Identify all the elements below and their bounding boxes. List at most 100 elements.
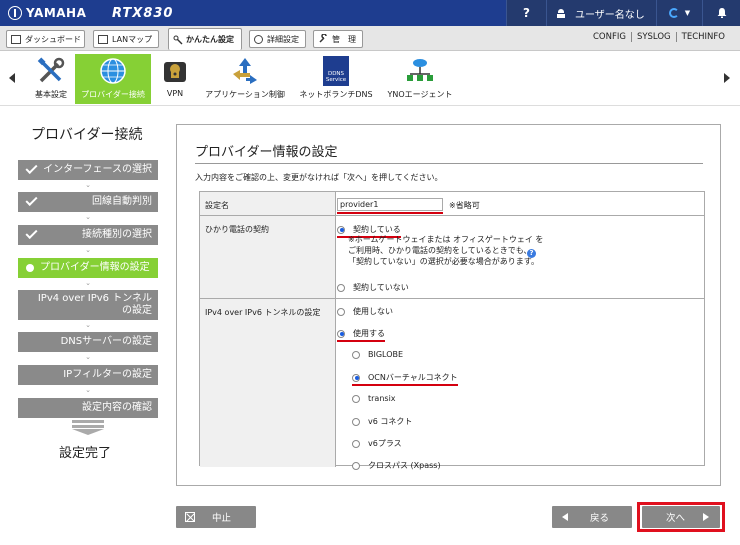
radio-provider-v6connect[interactable]: v6 コネクト [352,416,412,427]
radio-label: v6 コネクト [368,417,413,426]
tab-management[interactable]: 管 理 [313,30,363,48]
tab-label: ダッシュボード [25,34,81,44]
check-icon [25,193,38,207]
status-menu[interactable]: ▼ [656,0,702,26]
radio-provider-ocn[interactable]: OCNバーチャルコネクト [352,372,458,383]
tool-label: VPN [166,89,184,98]
back-label: 戻る [590,513,610,524]
globe-icon [100,58,126,84]
tool-label: ネットボランチDNS [299,90,373,99]
radio-label: 使用する [353,329,385,338]
cancel-button[interactable]: 中止 [176,506,256,528]
step-interface-selection: インターフェースの選択 [18,160,158,180]
radio-button[interactable] [352,394,360,403]
radio-button[interactable] [352,439,360,448]
step-label: インターフェースの選択 [43,164,152,175]
radio-button[interactable] [352,417,360,426]
tool-netvolante-dns[interactable]: DDNS Service ネットボランチDNS [298,54,374,104]
bell-icon [717,8,726,18]
lan-map-icon [98,34,108,44]
feature-toolbar: 基本設定 プロバイダー接続 VPN アプリケーション制御 DDNS Servic… [0,51,740,106]
radio-button[interactable] [337,307,345,316]
scroll-right-icon[interactable] [724,73,730,83]
settings-form: 設定名 provider1 ※省略可 ひかり電話の契約 契約している ※ホームゲ… [199,191,705,470]
tool-application-control[interactable]: アプリケーション制御 [202,54,288,104]
brand-name: YAMAHA [26,6,87,20]
step-label: DNSサーバーの設定 [60,336,152,347]
radio-button[interactable] [337,329,345,338]
chevron-down-icon: ⌄ [85,246,91,254]
yamaha-emblem-icon [8,6,22,20]
scroll-left-icon[interactable] [9,73,15,83]
tab-advanced-settings[interactable]: 詳細設定 [249,30,306,48]
radio-label: BIGLOBE [368,350,404,359]
highlight-underline [352,384,458,386]
radio-provider-transix[interactable]: transix [352,394,396,403]
tab-label: LANマップ [112,34,153,44]
status-ring-icon [668,8,679,18]
finish-arrow-icon [72,420,104,435]
dashboard-icon [11,34,21,44]
app-control-icon [233,58,257,84]
step-ipv4-over-ipv6: IPv4 over IPv6 トンネル の設定 [18,290,158,320]
next-button[interactable]: 次へ [642,506,720,528]
radio-label: v6プラス [368,439,402,448]
step-label: 接続種別の選択 [82,229,152,240]
step-ip-filter: IPフィルターの設定 [18,365,158,385]
page-title: プロバイダー情報の設定 [195,145,338,160]
help-icon[interactable]: ? [527,249,536,258]
radio-button[interactable] [352,373,360,382]
chevron-down-icon: ▼ [684,9,691,17]
notification-button[interactable] [702,0,740,26]
tool-basic-settings[interactable]: 基本設定 [30,54,72,104]
techinfo-link[interactable]: TECHINFO [675,32,730,42]
help-button[interactable]: ? [506,0,546,26]
radio-tunnel-on[interactable]: 使用する [337,328,385,339]
model-name: RTX830 [112,5,174,21]
tab-easy-setup[interactable]: かんたん設定 [168,28,242,50]
ipv4-over-ipv6-label: IPv4 over IPv6 トンネルの設定 [200,299,336,467]
config-link[interactable]: CONFIG [588,32,631,42]
radio-button[interactable] [337,225,345,234]
radio-provider-biglobe[interactable]: BIGLOBE [352,350,403,359]
chevron-down-icon: ⌄ [85,279,91,287]
back-button[interactable]: 戻る [552,506,632,528]
highlight-underline [337,212,443,214]
step-connection-type: 接続種別の選択 [18,225,158,245]
syslog-link[interactable]: SYSLOG [630,32,676,42]
yamaha-logo: YAMAHA [8,6,108,20]
radio-label: transix [368,394,396,403]
radio-button[interactable] [352,461,360,470]
tab-dashboard[interactable]: ダッシュボード [6,30,85,48]
tool-vpn[interactable]: VPN [156,54,194,104]
tab-lan-map[interactable]: LANマップ [93,30,159,48]
hikari-phone-label: ひかり電話の契約 [200,216,336,298]
yno-network-icon [407,59,433,81]
current-step-dot-icon [26,264,34,272]
radio-tunnel-off[interactable]: 使用しない [337,306,393,317]
user-menu[interactable]: ユーザー名なし [546,0,656,26]
finish-label: 設定完了 [59,446,112,461]
step-confirm: 設定内容の確認 [18,398,158,418]
radio-label: 契約していない [353,283,409,292]
radio-button[interactable] [337,283,345,292]
tab-label: 詳細設定 [267,34,299,44]
step-label: IPフィルターの設定 [63,369,152,380]
radio-button[interactable] [352,350,360,359]
tool-yno-agent[interactable]: YNOエージェント [384,54,456,104]
setting-name-input[interactable]: provider1 [337,198,443,211]
chevron-down-icon: ⌄ [85,386,91,394]
radio-not-contracted[interactable]: 契約していない [337,282,409,293]
settings-panel: プロバイダー情報の設定 入力内容をご確認の上、変更がなければ「次へ」を押してくだ… [176,124,721,486]
step-label: プロバイダー情報の設定 [40,262,150,273]
radio-provider-xpass[interactable]: クロスパス (Xpass) [352,460,441,471]
optional-note: ※省略可 [449,201,480,210]
radio-provider-v6plus[interactable]: v6プラス [352,438,402,449]
title-divider [195,163,703,164]
highlight-underline [337,340,385,342]
tools-icon [37,57,65,83]
tool-provider-connection[interactable]: プロバイダー接続 [75,54,151,104]
tool-label: YNOエージェント [387,90,453,99]
hikari-phone-note: ※ホームゲートウェイまたは オフィスゲートウェイ を ご利用時、ひかり電話の契約… [348,235,544,266]
ddns-icon-text: DDNS Service [325,71,347,83]
